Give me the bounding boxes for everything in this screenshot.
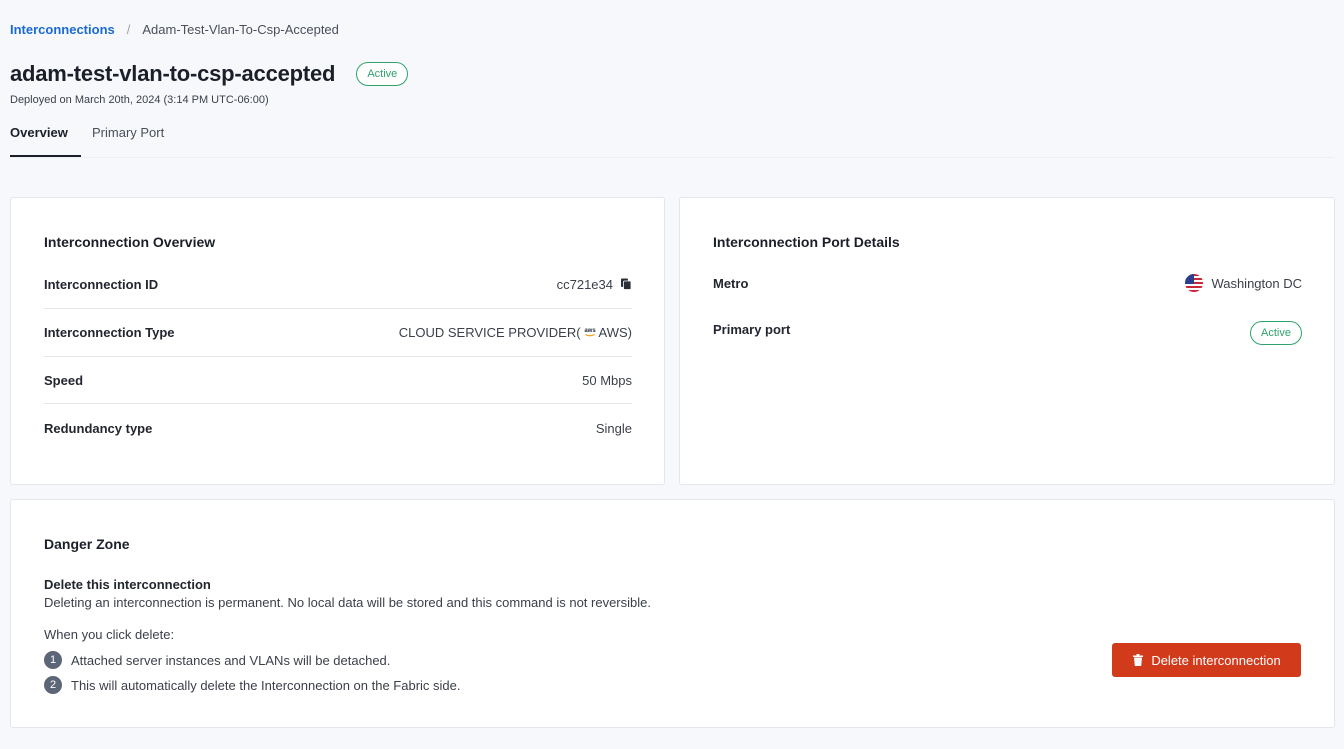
tab-primary-port[interactable]: Primary Port: [92, 123, 164, 157]
metro-value: Washington DC: [1211, 275, 1302, 291]
row-value: cc721e34: [557, 277, 632, 292]
delete-interconnection-button[interactable]: Delete interconnection: [1112, 643, 1301, 677]
primary-port-status-badge: Active: [1250, 321, 1302, 345]
row-label: Speed: [44, 372, 84, 388]
step-number: 2: [44, 676, 62, 694]
breadcrumb-interconnections-link[interactable]: Interconnections: [10, 22, 115, 37]
list-item: 1 Attached server instances and VLANs wi…: [44, 651, 390, 669]
row-primary-port: Primary port Active: [713, 320, 1302, 346]
status-badge: Active: [356, 62, 409, 86]
interconnection-overview-card: Interconnection Overview Interconnection…: [10, 197, 665, 485]
type-value-prefix: CLOUD SERVICE PROVIDER(: [398, 324, 581, 340]
breadcrumb: Interconnections / Adam-Test-Vlan-To-Csp…: [10, 20, 339, 38]
redundancy-value: Single: [595, 420, 632, 436]
row-divider: [44, 403, 632, 404]
port-details-card-title: Interconnection Port Details: [713, 234, 900, 250]
row-metro: Metro Washington DC: [713, 273, 1302, 293]
row-label: Redundancy type: [44, 420, 153, 436]
row-label: Primary port: [713, 322, 791, 337]
danger-zone-when-label: When you click delete:: [44, 627, 175, 642]
row-value: Washington DC: [1185, 274, 1302, 292]
svg-text:aws: aws: [584, 328, 596, 334]
step-text: Attached server instances and VLANs will…: [71, 652, 391, 668]
row-interconnection-type: Interconnection Type CLOUD SERVICE PROVI…: [44, 322, 632, 342]
page-header: adam-test-vlan-to-csp-accepted Active: [10, 60, 409, 88]
us-flag-icon: [1185, 274, 1204, 292]
step-text: This will automatically delete the Inter…: [71, 677, 461, 693]
delete-button-label: Delete interconnection: [1151, 652, 1281, 668]
row-divider: [44, 356, 632, 357]
copy-icon[interactable]: [620, 278, 632, 290]
row-value: CLOUD SERVICE PROVIDER( aws AWS): [399, 324, 632, 340]
interconnection-port-details-card: Interconnection Port Details Metro Washi…: [679, 197, 1335, 485]
interconnection-id-value: cc721e34: [556, 276, 613, 292]
type-value-suffix: AWS): [598, 324, 632, 340]
trash-icon: [1132, 654, 1144, 666]
page-title: adam-test-vlan-to-csp-accepted: [10, 61, 336, 86]
deployed-date: Deployed on March 20th, 2024 (3:14 PM UT…: [10, 94, 269, 106]
overview-card-title: Interconnection Overview: [44, 234, 216, 250]
danger-zone-subtitle: Delete this interconnection: [44, 577, 211, 592]
danger-zone-card: Danger Zone Delete this interconnection …: [10, 499, 1335, 728]
row-label: Metro: [713, 275, 749, 291]
row-speed: Speed 50 Mbps: [44, 370, 632, 390]
breadcrumb-separator: /: [126, 21, 131, 37]
danger-zone-description: Deleting an interconnection is permanent…: [44, 595, 651, 610]
row-label: Interconnection Type: [44, 324, 175, 340]
breadcrumb-current: Adam-Test-Vlan-To-Csp-Accepted: [142, 21, 339, 37]
aws-icon: aws: [581, 324, 598, 340]
row-divider: [44, 308, 632, 309]
danger-zone-title: Danger Zone: [44, 536, 130, 552]
tab-bar: Overview Primary Port: [10, 123, 1334, 158]
row-interconnection-id: Interconnection ID cc721e34: [44, 274, 632, 294]
speed-value: 50 Mbps: [582, 372, 632, 388]
row-label: Interconnection ID: [44, 276, 159, 292]
step-number: 1: [44, 651, 62, 669]
tab-overview[interactable]: Overview: [10, 123, 81, 157]
list-item: 2 This will automatically delete the Int…: [44, 676, 460, 694]
row-redundancy-type: Redundancy type Single: [44, 418, 632, 438]
